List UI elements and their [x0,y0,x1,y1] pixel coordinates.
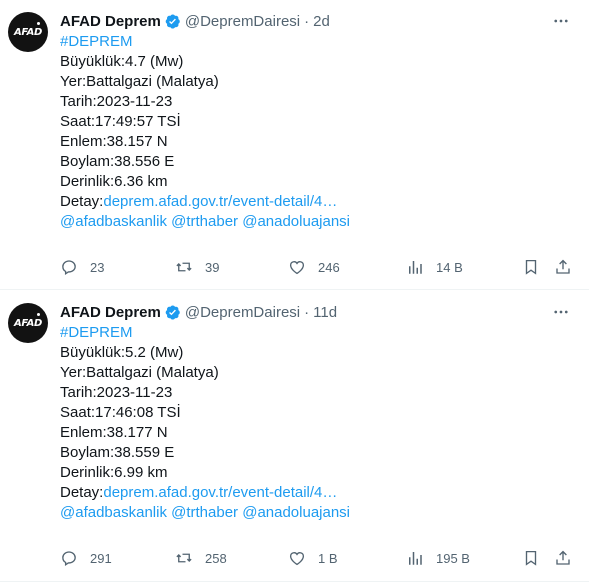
detail-label: Detay: [60,193,104,210]
retweet-icon [176,553,192,563]
author-handle[interactable]: @DepremDairesi [185,304,300,321]
bookmark-icon [525,550,537,566]
verified-badge-icon[interactable] [164,13,181,30]
detail-line: Detay:deprem.afad.gov.tr/event-detail/4… [60,483,350,503]
location-line: Yer:Battalgazi (Malatya) [60,364,219,381]
author-name[interactable]: AFAD Deprem [60,304,161,321]
retweet-button[interactable]: 39 [175,257,219,277]
detail-link[interactable]: deprem.afad.gov.tr/event-detail/4… [103,484,337,501]
bookmark-button[interactable] [522,257,540,277]
latitude-line: Enlem:38.177 N [60,424,168,441]
tweet-actions: 23 39 246 14 B [60,257,580,277]
views-icon [409,552,422,565]
like-count: 1 B [318,550,338,566]
tweet[interactable]: AFAD AFAD Deprem @DepremDairesi · 11d #D… [0,290,589,584]
magnitude-line: Büyüklük:4.7 (Mw) [60,53,184,70]
depth-line: Derinlik:6.36 km [60,173,168,190]
time-line: Saat:17:49:57 TSİ [60,113,181,130]
mentions-links[interactable]: @afadbaskanlik @trthaber @anadoluajansi [60,212,350,232]
depth-line: Derinlik:6.99 km [60,464,168,481]
views-button[interactable]: 195 B [406,548,470,568]
reply-icon [62,260,76,276]
tweet-divider [0,581,589,582]
bookmark-icon [525,259,537,275]
views-button[interactable]: 14 B [406,257,463,277]
timestamp[interactable]: 11d [313,304,337,321]
date-line: Tarih:2023-11-23 [60,93,173,110]
reply-count: 23 [90,259,105,275]
bookmark-button[interactable] [522,548,540,568]
date-line: Tarih:2023-11-23 [60,384,173,401]
tweet-header: AFAD Deprem @DepremDairesi · 2d [60,11,330,31]
like-count: 246 [318,259,340,275]
longitude-line: Boylam:38.559 E [60,444,175,461]
retweet-icon [176,262,192,272]
avatar-logo-dot [37,313,40,316]
views-icon [409,261,422,274]
retweet-button[interactable]: 258 [175,548,227,568]
detail-link[interactable]: deprem.afad.gov.tr/event-detail/4… [103,193,337,210]
views-count: 14 B [436,259,463,275]
reply-count: 291 [90,550,112,566]
magnitude-line: Büyüklük:5.2 (Mw) [60,344,184,361]
views-count: 195 B [436,550,470,566]
avatar-logo-text: AFAD [13,26,43,38]
hashtag-link[interactable]: #DEPREM [60,323,350,343]
reply-button[interactable]: 291 [60,548,112,568]
retweet-count: 258 [205,550,227,566]
tweet-actions: 291 258 1 B 195 B [60,548,580,568]
longitude-line: Boylam:38.556 E [60,153,175,170]
tweet[interactable]: AFAD AFAD Deprem @DepremDairesi · 2d #DE… [0,0,589,290]
separator: · [304,12,310,30]
mentions-links[interactable]: @afadbaskanlik @trthaber @anadoluajansi [60,503,350,523]
reply-button[interactable]: 23 [60,257,104,277]
share-button[interactable] [554,257,572,277]
like-button[interactable]: 1 B [288,548,338,568]
more-icon[interactable] [551,11,571,31]
timestamp[interactable]: 2d [313,13,330,30]
reply-icon [62,551,76,567]
like-icon [289,552,305,566]
tweet-header: AFAD Deprem @DepremDairesi · 11d [60,302,337,322]
separator: · [304,303,310,321]
hashtag-link[interactable]: #DEPREM [60,32,350,52]
avatar[interactable]: AFAD [8,12,48,52]
location-line: Yer:Battalgazi (Malatya) [60,73,219,90]
more-icon[interactable] [551,302,571,322]
avatar-logo-text: AFAD [13,317,43,329]
retweet-count: 39 [205,259,220,275]
tweet-feed: AFAD AFAD Deprem @DepremDairesi · 2d #DE… [0,0,589,584]
avatar[interactable]: AFAD [8,303,48,343]
like-button[interactable]: 246 [288,257,340,277]
detail-label: Detay: [60,484,104,501]
time-line: Saat:17:46:08 TSİ [60,404,181,421]
verified-badge-icon[interactable] [164,304,181,321]
author-handle[interactable]: @DepremDairesi [185,13,300,30]
share-button[interactable] [554,548,572,568]
share-icon [556,259,570,274]
like-icon [289,261,305,275]
tweet-text: #DEPREM Büyüklük:4.7 (Mw) Yer:Battalgazi… [60,32,350,232]
tweet-text: #DEPREM Büyüklük:5.2 (Mw) Yer:Battalgazi… [60,323,350,523]
detail-line: Detay:deprem.afad.gov.tr/event-detail/4… [60,192,350,212]
author-name[interactable]: AFAD Deprem [60,13,161,30]
share-icon [556,550,570,565]
latitude-line: Enlem:38.157 N [60,133,168,150]
avatar-logo-dot [37,22,40,25]
